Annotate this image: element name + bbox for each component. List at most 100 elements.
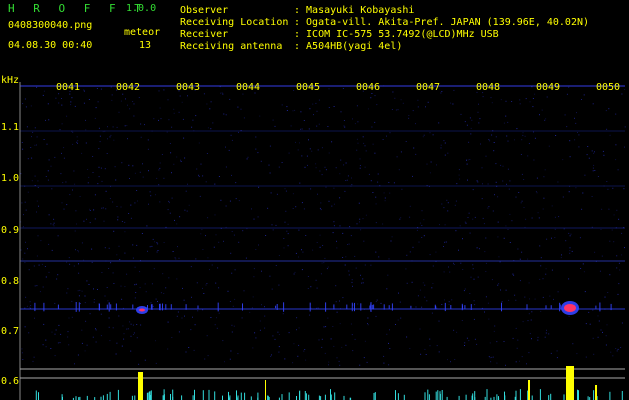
noise-dot	[494, 194, 495, 196]
echo-mark	[610, 303, 612, 311]
noise-dot	[616, 255, 618, 257]
noise-dot	[238, 131, 239, 133]
noise-dot	[222, 340, 224, 342]
noise-dot	[616, 267, 618, 269]
noise-dot	[88, 176, 90, 178]
noise-dot	[282, 313, 284, 315]
noise-dot	[576, 353, 578, 355]
histogram-bar	[403, 394, 405, 400]
noise-dot	[321, 338, 323, 340]
noise-dot	[361, 282, 363, 284]
freq-tick-label: 1.0	[1, 173, 19, 184]
echo-mark	[159, 303, 161, 311]
noise-dot	[51, 249, 53, 251]
noise-dot	[92, 156, 94, 157]
noise-dot	[243, 117, 245, 119]
noise-dot	[184, 315, 185, 317]
noise-dot	[341, 346, 343, 348]
noise-dot	[113, 283, 115, 284]
echo-mark	[461, 303, 463, 311]
noise-dot	[594, 170, 596, 171]
noise-dot	[292, 208, 294, 209]
noise-dot	[132, 324, 134, 326]
noise-dot	[108, 326, 110, 328]
noise-dot	[292, 110, 294, 112]
noise-dot	[443, 140, 445, 142]
noise-dot	[177, 246, 178, 248]
histogram-bar	[102, 395, 104, 400]
noise-dot	[472, 264, 474, 266]
noise-dot	[54, 355, 56, 357]
histogram-bar	[437, 390, 439, 400]
noise-dot	[467, 159, 469, 161]
noise-dot	[154, 241, 156, 243]
noise-dot	[377, 181, 379, 183]
noise-dot	[592, 167, 594, 169]
noise-dot	[191, 296, 192, 298]
noise-dot	[417, 295, 419, 297]
noise-dot	[350, 235, 352, 237]
noise-dot	[605, 344, 607, 346]
noise-dot	[474, 338, 476, 340]
noise-dot	[72, 131, 74, 133]
noise-dot	[569, 140, 571, 142]
echo-mark	[444, 302, 446, 312]
noise-dot	[265, 235, 267, 236]
noise-dot	[312, 249, 314, 251]
noise-dot	[294, 271, 296, 273]
noise-dot	[367, 317, 369, 319]
noise-dot	[257, 216, 259, 218]
noise-dot	[463, 290, 465, 292]
histogram-bar	[117, 389, 119, 400]
histogram-bar	[458, 395, 460, 400]
noise-dot	[533, 131, 534, 133]
noise-dot	[568, 278, 570, 280]
noise-dot	[142, 176, 144, 178]
noise-dot	[582, 192, 584, 194]
noise-dot	[481, 198, 483, 200]
noise-dot	[53, 222, 55, 224]
noise-dot	[617, 348, 619, 350]
noise-dot	[436, 164, 437, 166]
noise-dot	[388, 182, 390, 183]
noise-dot	[157, 243, 159, 245]
noise-dot	[528, 352, 530, 354]
noise-dot	[42, 94, 44, 96]
noise-dot	[309, 148, 311, 150]
noise-dot	[95, 329, 97, 331]
noise-dot	[519, 360, 520, 362]
noise-dot	[200, 163, 202, 165]
noise-dot	[492, 356, 494, 358]
noise-dot	[196, 168, 198, 170]
noise-dot	[370, 97, 372, 99]
noise-dot	[124, 221, 126, 223]
noise-dot	[207, 217, 209, 219]
echo-mark	[78, 302, 80, 312]
noise-dot	[557, 291, 559, 293]
noise-dot	[499, 261, 501, 263]
noise-dot	[119, 259, 121, 261]
noise-dot	[140, 324, 142, 326]
histogram-peak	[528, 380, 530, 400]
noise-dot	[253, 218, 255, 220]
noise-dot	[331, 141, 333, 143]
noise-dot	[447, 202, 449, 204]
noise-dot	[467, 179, 468, 181]
noise-dot	[255, 148, 257, 150]
noise-dot	[300, 128, 301, 130]
noise-dot	[36, 86, 38, 88]
histogram-bar	[496, 394, 498, 400]
noise-dot	[318, 99, 320, 101]
noise-dot	[505, 115, 507, 117]
noise-dot	[574, 139, 576, 141]
noise-dot	[505, 289, 507, 291]
echo-mark	[217, 302, 219, 312]
noise-dot	[259, 329, 261, 331]
noise-dot	[81, 242, 83, 244]
noise-dot	[83, 259, 85, 261]
histogram-bar	[593, 390, 595, 400]
noise-dot	[366, 361, 368, 363]
noise-dot	[419, 289, 421, 291]
noise-dot	[194, 324, 196, 326]
noise-dot	[81, 329, 83, 331]
